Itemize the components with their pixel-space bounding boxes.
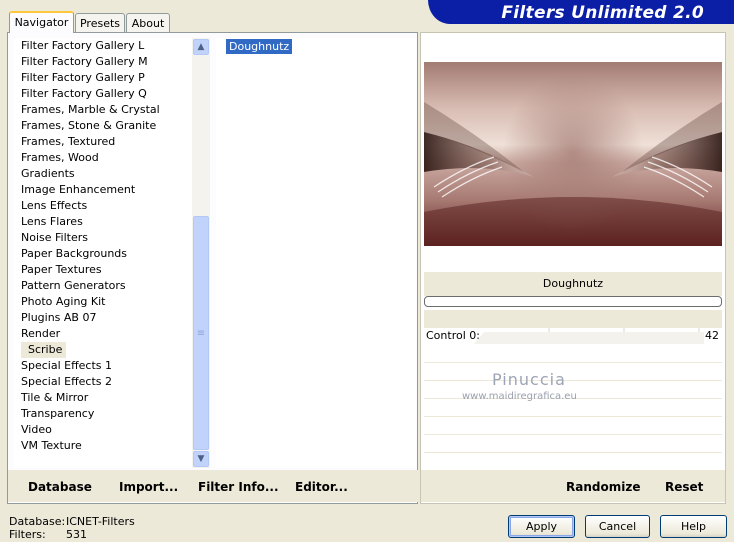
filter-info-button[interactable]: Filter Info... bbox=[198, 480, 279, 494]
category-item-label: Frames, Textured bbox=[21, 135, 116, 148]
control-0-label: Control 0: bbox=[426, 329, 480, 342]
scroll-thumb[interactable]: ≡ bbox=[193, 216, 209, 450]
category-item-label: Plugins AB 07 bbox=[21, 311, 97, 324]
category-item[interactable]: Paper Backgrounds bbox=[14, 246, 192, 262]
category-item-label: Video bbox=[21, 423, 52, 436]
category-item-label: Filter Factory Gallery M bbox=[21, 55, 148, 68]
tab-about[interactable]: About bbox=[126, 13, 170, 32]
category-item-label: Paper Backgrounds bbox=[21, 247, 128, 260]
category-item[interactable]: Video bbox=[14, 422, 192, 438]
status-database-value: ICNET-Filters bbox=[66, 515, 135, 528]
category-item-label: Image Enhancement bbox=[21, 183, 136, 196]
category-item-label: Lens Flares bbox=[21, 215, 83, 228]
category-item[interactable]: Pattern Generators bbox=[14, 278, 192, 294]
apply-button[interactable]: Apply bbox=[508, 515, 575, 538]
category-item[interactable]: Plugins AB 07 bbox=[14, 310, 192, 326]
category-item-label: Render bbox=[21, 327, 61, 340]
category-item[interactable]: Transparency bbox=[14, 406, 192, 422]
category-item[interactable]: Filter Factory Gallery M bbox=[14, 54, 192, 70]
slider-ticks bbox=[474, 328, 704, 344]
category-item[interactable]: Special Effects 1 bbox=[14, 358, 192, 374]
category-scrollbar[interactable]: ▲ ≡ ▼ bbox=[192, 38, 210, 468]
category-item[interactable]: Frames, Textured bbox=[14, 134, 192, 150]
preview-graphic bbox=[424, 62, 722, 246]
category-item[interactable]: Paper Textures bbox=[14, 262, 192, 278]
category-item-label: Gradients bbox=[21, 167, 75, 180]
tab-navigator[interactable]: Navigator bbox=[9, 11, 74, 33]
category-item-label: Frames, Marble & Crystal bbox=[21, 103, 160, 116]
category-item-label: Pattern Generators bbox=[21, 279, 126, 292]
category-item[interactable]: VM Texture bbox=[14, 438, 192, 454]
category-item-label: Special Effects 2 bbox=[21, 375, 113, 388]
category-item[interactable]: Photo Aging Kit bbox=[14, 294, 192, 310]
filter-item-selected[interactable]: Doughnutz bbox=[226, 39, 293, 54]
category-item[interactable]: Lens Flares bbox=[14, 214, 192, 230]
category-item[interactable]: Filter Factory Gallery Q bbox=[14, 86, 192, 102]
scroll-up-button[interactable]: ▲ bbox=[193, 39, 209, 55]
category-item[interactable]: Gradients bbox=[14, 166, 192, 182]
category-item-label: Filter Factory Gallery L bbox=[21, 39, 145, 52]
editor-button[interactable]: Editor... bbox=[295, 480, 348, 494]
category-item[interactable]: Lens Effects bbox=[14, 198, 192, 214]
category-item-label: Transparency bbox=[21, 407, 95, 420]
title-banner: Filters Unlimited 2.0 bbox=[428, 0, 734, 24]
category-item[interactable]: Noise Filters bbox=[14, 230, 192, 246]
control-5-slot[interactable] bbox=[424, 434, 722, 435]
category-item[interactable]: Tile & Mirror bbox=[14, 390, 192, 406]
import-button[interactable]: Import... bbox=[119, 480, 178, 494]
control-6-slot[interactable] bbox=[424, 452, 722, 453]
randomize-button[interactable]: Randomize bbox=[566, 480, 640, 494]
chevron-up-icon: ▲ bbox=[197, 42, 205, 52]
category-item-label: Filter Factory Gallery P bbox=[21, 71, 145, 84]
category-item-label: Noise Filters bbox=[21, 231, 88, 244]
category-item-label: VM Texture bbox=[21, 439, 82, 452]
category-item[interactable]: Render bbox=[14, 326, 192, 342]
grip-icon: ≡ bbox=[196, 327, 206, 339]
progress-bar bbox=[424, 296, 722, 307]
app-title: Filters Unlimited 2.0 bbox=[501, 3, 704, 23]
preview-image bbox=[424, 62, 722, 246]
chevron-down-icon: ▼ bbox=[197, 454, 205, 464]
control-4-slot[interactable] bbox=[424, 416, 722, 417]
tab-presets[interactable]: Presets bbox=[75, 13, 125, 32]
category-item[interactable]: Filter Factory Gallery L bbox=[14, 38, 192, 54]
filter-name-label: Doughnutz bbox=[424, 272, 722, 296]
control-separator bbox=[424, 310, 722, 328]
scroll-down-button[interactable]: ▼ bbox=[193, 451, 209, 467]
control-1-slot[interactable] bbox=[424, 362, 722, 363]
status-filters-value: 531 bbox=[66, 528, 87, 541]
category-item[interactable]: Frames, Marble & Crystal bbox=[14, 102, 192, 118]
category-item[interactable]: Image Enhancement bbox=[14, 182, 192, 198]
category-item[interactable]: Filter Factory Gallery P bbox=[14, 70, 192, 86]
cancel-button[interactable]: Cancel bbox=[585, 515, 650, 538]
status-filters-label: Filters: bbox=[9, 528, 46, 541]
category-item-label: Frames, Stone & Granite bbox=[21, 119, 157, 132]
category-item[interactable]: Scribe bbox=[14, 342, 192, 358]
category-item[interactable]: Special Effects 2 bbox=[14, 374, 192, 390]
reset-button[interactable]: Reset bbox=[665, 480, 703, 494]
help-button[interactable]: Help bbox=[660, 515, 727, 538]
control-0-slider[interactable]: Control 0: 42 bbox=[424, 328, 722, 344]
status-database-label: Database: bbox=[9, 515, 66, 528]
watermark-url: www.maidiregrafica.eu bbox=[462, 391, 577, 402]
category-item-label: Frames, Wood bbox=[21, 151, 99, 164]
database-button[interactable]: Database bbox=[28, 480, 92, 494]
category-item-label: Special Effects 1 bbox=[21, 359, 113, 372]
category-item-label: Paper Textures bbox=[21, 263, 102, 276]
category-item[interactable]: Frames, Wood bbox=[14, 150, 192, 166]
category-item-label: Scribe bbox=[21, 342, 67, 358]
category-item-label: Photo Aging Kit bbox=[21, 295, 106, 308]
control-0-value: 42 bbox=[705, 329, 719, 342]
watermark-name: Pinuccia bbox=[492, 370, 566, 389]
category-list[interactable]: Filter Factory Gallery L Filter Factory G… bbox=[14, 38, 192, 468]
category-item-label: Lens Effects bbox=[21, 199, 88, 212]
filter-list[interactable]: Doughnutz bbox=[216, 38, 416, 468]
category-item-label: Tile & Mirror bbox=[21, 391, 89, 404]
category-item-label: Filter Factory Gallery Q bbox=[21, 87, 147, 100]
category-item[interactable]: Frames, Stone & Granite bbox=[14, 118, 192, 134]
control-2-slot[interactable] bbox=[424, 380, 722, 381]
